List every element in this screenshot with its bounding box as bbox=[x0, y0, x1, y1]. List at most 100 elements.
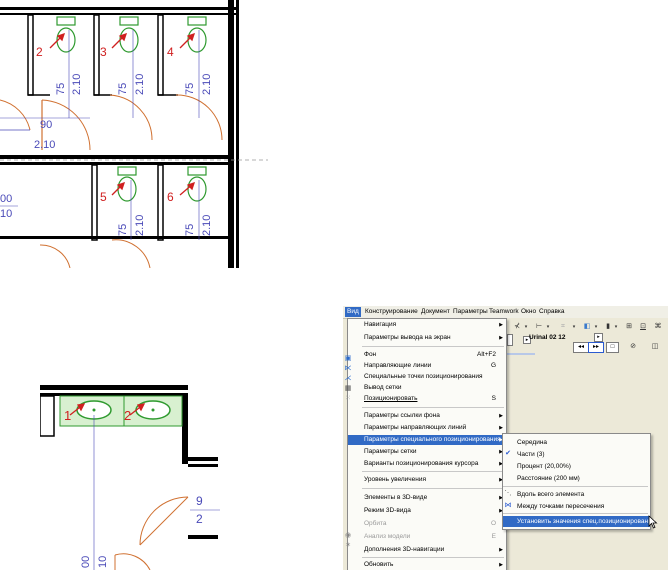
stall-depth-label: 75 bbox=[117, 224, 129, 236]
submenu-arrow-icon: ▶ bbox=[499, 562, 503, 568]
menu-options[interactable]: Параметры bbox=[451, 307, 490, 317]
floor-plan-bottom[interactable]: 1 2 9 2 00 10 bbox=[40, 385, 220, 570]
wall bbox=[0, 155, 228, 159]
menu-item-snap[interactable]: Позиционировать S bbox=[348, 394, 506, 404]
stall-height-label: 2.10 bbox=[71, 74, 83, 95]
wall bbox=[0, 7, 238, 10]
wall bbox=[228, 0, 234, 268]
menu-item-display-options[interactable]: Параметры вывода на экран ▶ bbox=[348, 333, 506, 343]
toilet-fixture bbox=[56, 16, 76, 53]
chevron-down-icon[interactable]: ▾ bbox=[545, 322, 551, 332]
dimension-icon[interactable]: ⊢ bbox=[533, 322, 545, 332]
archicad-window: Вид Конструирование Документ Параметры T… bbox=[343, 306, 668, 570]
menu-item-refresh[interactable]: Обновить ▶ bbox=[348, 560, 506, 570]
chevron-down-icon[interactable]: ▾ bbox=[613, 322, 619, 332]
stall-number: 5 bbox=[100, 190, 107, 204]
menu-document[interactable]: Документ bbox=[419, 307, 452, 317]
submenu-item-percent[interactable]: Процент (20,00%) bbox=[503, 461, 650, 472]
partition bbox=[93, 14, 100, 96]
wall bbox=[0, 162, 228, 165]
menu-item-special-snap-options[interactable]: Параметры специального позиционирования▶ bbox=[348, 435, 506, 445]
menu-item-grid-display[interactable]: Вывод сетки bbox=[348, 383, 506, 393]
menu-item-grid-options[interactable]: Параметры сетки▶ bbox=[348, 447, 506, 457]
special-snap-submenu: Середина ✔ Части (3) Процент (20,00%) Рас… bbox=[502, 433, 661, 530]
submenu-item-between-intersections[interactable]: ⋈ Между точками пересечения bbox=[503, 501, 650, 512]
stall-depth-label: 75 bbox=[55, 83, 67, 95]
checkmark-icon: ✔ bbox=[505, 450, 511, 457]
previous-icon[interactable]: ◂◂ bbox=[573, 342, 589, 353]
stall-height-label: 2.10 bbox=[134, 74, 146, 95]
menu-design[interactable]: Конструирование bbox=[363, 307, 420, 317]
menu-item-navigation[interactable]: Навигация ▶ bbox=[348, 320, 506, 330]
menu-item-cursor-snap-options[interactable]: Варианты позиционирования курсора▶ bbox=[348, 459, 506, 469]
eyedropper-icon[interactable]: ⊘ bbox=[627, 342, 639, 352]
menu-item-guide-lines[interactable]: Направляющие линии G bbox=[348, 361, 506, 371]
chevron-down-icon[interactable]: ▾ bbox=[571, 322, 577, 332]
edge-dim-label: 00 bbox=[80, 556, 92, 568]
stall-number: 6 bbox=[167, 190, 174, 204]
edge-dim-label: 00 bbox=[0, 193, 12, 205]
snap-icon[interactable]: ⊀ bbox=[511, 322, 523, 332]
chevron-down-icon[interactable]: ▾ bbox=[523, 322, 529, 332]
floor-plan-top[interactable]: 90 2.10 2 3 4 5 6 75 2.10 75 2.10 75 2.1… bbox=[0, 0, 268, 268]
pen-icon[interactable]: ▮ bbox=[603, 322, 613, 332]
partition bbox=[157, 164, 164, 241]
stall-height-label: 2.10 bbox=[134, 215, 146, 236]
chevron-down-icon[interactable]: ▾ bbox=[593, 322, 599, 332]
menu-window[interactable]: Окно bbox=[519, 307, 538, 317]
sink-number: 2 bbox=[124, 408, 131, 423]
stall-height-label: 2.10 bbox=[201, 215, 213, 236]
menu-item-model-analysis[interactable]: Анализ модели E bbox=[348, 532, 506, 542]
menu-item-background[interactable]: Фон Alt+F2 bbox=[348, 350, 506, 360]
along-element-icon: ⋱ bbox=[504, 490, 512, 497]
stall-height-label: 2.10 bbox=[201, 74, 213, 95]
grid-snap-icon[interactable]: ⌗ bbox=[557, 322, 569, 332]
door-width-label: 90 bbox=[40, 119, 52, 131]
sink-number: 1 bbox=[64, 408, 71, 423]
edge-dim-label: 10 bbox=[97, 556, 109, 568]
partition bbox=[27, 14, 34, 96]
settings-icon[interactable]: □ bbox=[606, 342, 619, 353]
menu-item-3d-navigation-extras[interactable]: Дополнения 3D-навигации ▶ bbox=[348, 545, 506, 555]
submenu-item-distance[interactable]: Расстояние (200 мм) bbox=[503, 473, 650, 484]
submenu-arrow-icon: ▶ bbox=[499, 322, 503, 328]
wall bbox=[236, 0, 239, 268]
next-icon[interactable]: ▸▸ bbox=[588, 342, 604, 353]
stall-number: 4 bbox=[167, 45, 174, 59]
menu-item-special-snap-points[interactable]: Специальные точки позиционирования bbox=[348, 372, 506, 382]
submenu-item-middle[interactable]: Середина bbox=[503, 437, 650, 448]
syringe-icon[interactable]: ◫ bbox=[649, 342, 661, 352]
floor-icon[interactable]: ⊞ bbox=[623, 322, 635, 332]
layer-icon[interactable]: ◧ bbox=[581, 322, 593, 332]
door-height-label: 2.10 bbox=[34, 139, 55, 151]
submenu-arrow-icon: ▶ bbox=[499, 335, 503, 341]
wall bbox=[0, 13, 238, 15]
toolbar: ⊀ ▾ ⊢ ▾ ⌗ ▾ ◧ ▾ ▮ ▾ ⊞ ⊡ ⌘ ▸ Urinal 02 12… bbox=[505, 318, 668, 378]
partition bbox=[157, 14, 164, 96]
table-icon[interactable]: ⊡ bbox=[637, 322, 649, 332]
menu-item-elements-in-3d[interactable]: Элементы в 3D-виде▶ bbox=[348, 493, 506, 503]
door-width-label: 9 bbox=[196, 494, 203, 508]
menu-teamwork[interactable]: Teamwork bbox=[487, 307, 521, 317]
view-menu-dropdown: ▣ ⋉ ⋌ ▦ ⁙ ◉ ✶ Навигация ▶ Параметры вывод… bbox=[345, 318, 507, 570]
submenu-item-set-special-snap-values[interactable]: Установить значения спец.позиционировани… bbox=[503, 516, 661, 527]
menu-item-background-reference-options[interactable]: Параметры ссылки фона ▶ bbox=[348, 411, 506, 421]
stall-depth-label: 75 bbox=[117, 83, 129, 95]
edge-dim-label: 10 bbox=[0, 208, 12, 220]
stall-depth-label: 75 bbox=[184, 83, 196, 95]
menu-item-3d-mode[interactable]: Режим 3D-вида▶ bbox=[348, 506, 506, 516]
menu-item-guide-line-options[interactable]: Параметры направляющих линий ▶ bbox=[348, 423, 506, 433]
stall-number: 2 bbox=[36, 45, 43, 59]
mouse-cursor-icon bbox=[648, 515, 658, 529]
menu-item-zoom-level[interactable]: Уровень увеличения▶ bbox=[348, 475, 506, 485]
intersection-icon: ⋈ bbox=[504, 502, 512, 509]
submenu-item-along-element[interactable]: ⋱ Вдоль всего элемента bbox=[503, 489, 650, 500]
menu-view[interactable]: Вид bbox=[345, 307, 361, 317]
submenu-item-parts[interactable]: ✔ Части (3) bbox=[503, 449, 650, 460]
partition bbox=[91, 164, 98, 241]
menu-item-orbit[interactable]: Орбита O bbox=[348, 519, 506, 529]
object-name: Urinal 02 12 bbox=[529, 334, 566, 341]
close-icon[interactable]: ⌘ bbox=[653, 322, 663, 332]
scroll-up-icon[interactable]: ▸ bbox=[594, 333, 603, 342]
menu-help[interactable]: Справка bbox=[537, 307, 567, 317]
